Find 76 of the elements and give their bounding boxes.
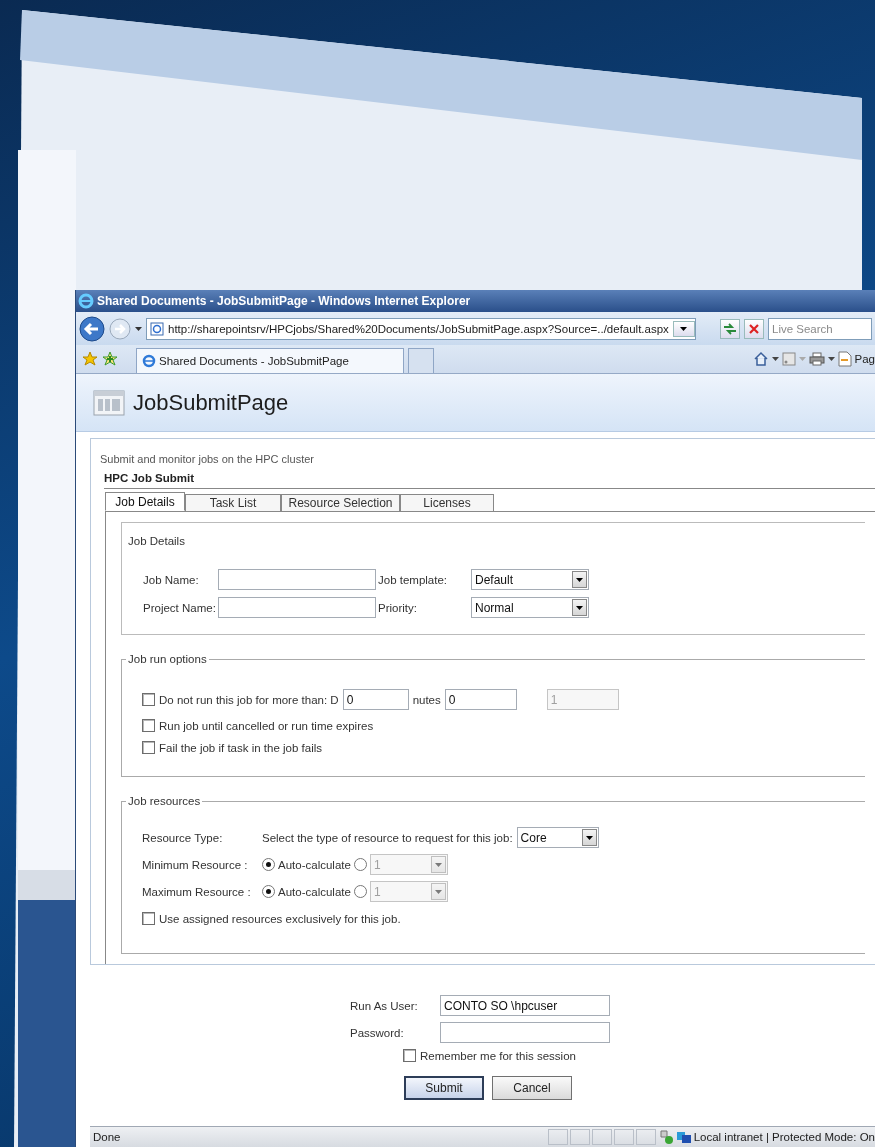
field-label: Priority: (378, 601, 418, 614)
ie-logo-icon (78, 293, 94, 309)
checkbox[interactable] (142, 912, 155, 925)
status-pane (635, 1129, 656, 1145)
text-field[interactable]: 0 (444, 689, 517, 710)
status-pane (569, 1129, 590, 1145)
search-field[interactable]: Live Search (768, 317, 872, 340)
favorites-star-icon[interactable] (82, 351, 98, 367)
status-pane (613, 1129, 634, 1145)
checkbox[interactable] (142, 693, 155, 706)
page-title: JobSubmitPage (133, 389, 289, 416)
tab[interactable]: Resource Selection (281, 494, 400, 511)
tab[interactable]: Task List (185, 494, 281, 511)
checkbox-label: Use assigned resources exclusively for this job. (159, 912, 401, 925)
text-field[interactable] (218, 569, 376, 590)
section-legend: Job Details (128, 535, 865, 547)
checkbox-label: Do not run this job for more than: D (159, 693, 339, 706)
page-description: Submit and monitor jobs on the HPC cluster (100, 453, 315, 465)
field-label: Run As User: (350, 999, 419, 1012)
dropdown-field[interactable]: Default (471, 569, 589, 590)
field-label: Maximum Resource : (142, 885, 252, 898)
address-field[interactable]: http://sharepointsrv/HPCjobs/Shared%20Documents/JobSubmitPage.aspx?Source=../default.aspx (146, 317, 696, 340)
text-field[interactable] (218, 597, 376, 618)
dropdown-arrow-icon[interactable] (585, 835, 593, 840)
dropdown-arrow-icon[interactable] (680, 326, 688, 331)
checkbox[interactable] (403, 1049, 416, 1062)
window-title: Shared Documents - JobSubmitPage - Windows Internet Explorer (97, 294, 471, 308)
page-menu[interactable]: Pag (854, 353, 875, 365)
home-icon[interactable] (752, 351, 769, 367)
password-field[interactable] (440, 1022, 610, 1043)
ie-logo-icon (142, 354, 156, 368)
browser-tab[interactable]: Shared Documents - JobSubmitPage (136, 348, 404, 373)
add-favorite-icon[interactable] (102, 351, 118, 367)
status-pane (591, 1129, 612, 1145)
field-label: Job Name: (143, 573, 200, 586)
tab[interactable]: Job Details (105, 492, 185, 511)
tab[interactable]: Licenses (400, 494, 494, 511)
webpart-title: HPC Job Submit (104, 472, 195, 484)
field-label: Job template: (378, 573, 449, 586)
dropdown-field[interactable]: Normal (471, 597, 589, 618)
stop-icon[interactable] (748, 322, 760, 335)
web-page-icon (93, 389, 125, 416)
checkbox[interactable] (142, 741, 155, 754)
text-field[interactable]: 0 (342, 689, 409, 710)
url-text: http://sharepointsrv/HPCjobs/Shared%20Documents/JobSubmitPage.aspx?Source=../default.aspx (168, 322, 669, 335)
field-label: nutes (412, 693, 441, 706)
refresh-icon[interactable] (723, 322, 737, 335)
checkbox[interactable] (142, 719, 155, 732)
status-pane (547, 1129, 568, 1145)
field-prompt: Select the type of resource to request for this job: (262, 831, 513, 844)
field-label: Password: (350, 1026, 405, 1039)
dropdown-arrow-icon[interactable] (576, 577, 583, 582)
text-field[interactable]: CONTO SO \hpcuser (440, 995, 610, 1016)
zone-text: Local intranet | Protected Mode: On (693, 1131, 875, 1143)
printer-icon[interactable] (808, 352, 825, 366)
cancel-button[interactable]: Cancel (492, 1076, 572, 1100)
caret-icon[interactable] (771, 357, 779, 361)
checkbox-label: Remember me for this session (420, 1049, 576, 1062)
radio-label: Auto-calculate (278, 885, 351, 898)
ie-page-icon (150, 321, 164, 336)
radio-label: Auto-calculate (278, 858, 351, 871)
field-label: Minimum Resource : (142, 858, 249, 871)
section-legend: Job resources (126, 795, 203, 807)
checkbox-label: Run job until cancelled or run time expires (159, 719, 374, 732)
dropdown-field[interactable]: Core (516, 827, 599, 848)
field-label: Project Name: (143, 601, 217, 614)
dropdown-arrow-icon[interactable] (576, 605, 583, 610)
field-label: Resource Type: (142, 831, 224, 844)
security-icon (657, 1129, 674, 1145)
section-legend: Job run options (126, 653, 209, 665)
status-text: Done (93, 1131, 121, 1143)
submit-button[interactable]: Submit (404, 1076, 484, 1100)
caret-icon[interactable] (135, 326, 142, 331)
intranet-icon (675, 1130, 692, 1144)
checkbox-label: Fail the job if task in the job fails (159, 741, 322, 754)
caret-icon[interactable] (827, 357, 835, 361)
